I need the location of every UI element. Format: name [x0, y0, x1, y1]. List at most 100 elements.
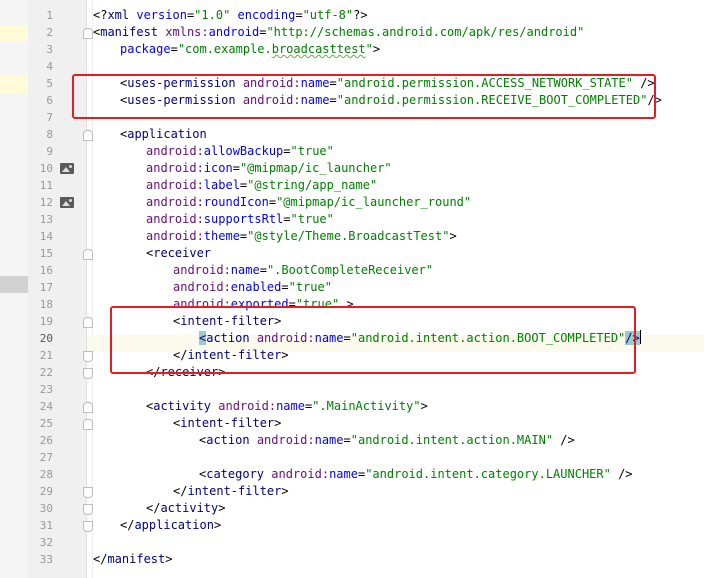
line-number: 20 — [39, 332, 53, 345]
strip-highlight — [0, 76, 28, 93]
code-token: "true" — [290, 212, 334, 226]
code-token: > — [274, 416, 282, 430]
code-token: "http://schemas.android.com/apk/res/andr… — [266, 25, 585, 39]
line-number: 31 — [39, 519, 53, 532]
line-number: 15 — [39, 247, 53, 260]
code-line[interactable]: android:roundIcon="@mipmap/ic_launcher_r… — [146, 194, 471, 211]
code-token: category — [206, 467, 272, 481]
code-line[interactable]: android:theme="@style/Theme.BroadcastTes… — [146, 228, 457, 245]
fold-collapse-icon[interactable] — [83, 487, 93, 498]
code-token: "true" — [290, 144, 334, 158]
code-token: application — [134, 518, 214, 532]
code-line[interactable]: android:enabled="true" — [173, 279, 332, 296]
code-line[interactable]: android:label="@string/app_name" — [146, 177, 377, 194]
line-number: 26 — [39, 434, 53, 447]
code-line[interactable]: </intent-filter> — [173, 483, 289, 500]
code-line[interactable]: <activity android:name=".MainActivity"> — [146, 398, 428, 415]
code-line[interactable]: android:supportsRtl="true" — [146, 211, 334, 228]
line-number: 21 — [39, 349, 53, 362]
code-token: " — [365, 42, 373, 56]
code-token: = — [281, 280, 289, 294]
code-token: encoding — [237, 8, 296, 22]
code-token: = — [232, 161, 240, 175]
code-token: android: — [271, 467, 330, 481]
highlight-box-permissions — [72, 74, 656, 119]
line-number: 3 — [46, 43, 53, 56]
line-number: 4 — [46, 60, 53, 73]
code-line[interactable]: android:name=".BootCompleteReceiver" — [173, 262, 433, 279]
code-token: /> — [610, 467, 633, 481]
code-token: icon — [203, 161, 233, 175]
code-token: xml — [107, 8, 137, 22]
code-token: "@mipmap/ic_launcher" — [239, 161, 392, 175]
code-line[interactable]: <category android:name="android.intent.c… — [199, 466, 633, 483]
code-token: name — [329, 467, 358, 481]
code-token: = — [283, 212, 291, 226]
code-line[interactable]: <manifest xmlns:android="http://schemas.… — [93, 24, 584, 41]
code-line[interactable]: android:allowBackup="true" — [146, 143, 334, 160]
code-token: = — [170, 42, 178, 56]
fold-expand-icon[interactable] — [83, 28, 93, 39]
line-number: 6 — [46, 94, 53, 107]
fold-expand-icon[interactable] — [83, 402, 93, 413]
code-token: roundIcon — [203, 195, 269, 209]
code-token: "@string/app_name" — [247, 178, 378, 192]
fold-expand-icon[interactable] — [83, 419, 93, 430]
code-line[interactable]: <intent-filter> — [173, 415, 281, 432]
code-token: receiver — [153, 246, 212, 260]
code-token: android — [208, 25, 260, 39]
code-token: ".BootCompleteReceiver" — [266, 263, 434, 277]
code-token: action — [206, 433, 257, 447]
image-preview-icon[interactable] — [60, 163, 74, 174]
code-token: </ — [146, 501, 161, 515]
code-token: application — [127, 127, 207, 141]
code-token: /> — [553, 433, 575, 447]
code-line[interactable]: android:icon="@mipmap/ic_launcher" — [146, 160, 392, 177]
code-token: android: — [173, 263, 231, 277]
line-number: 13 — [39, 213, 53, 226]
line-number: 11 — [39, 179, 53, 192]
code-token: > — [218, 501, 226, 515]
fold-collapse-icon[interactable] — [83, 368, 93, 379]
fold-expand-icon[interactable] — [83, 317, 93, 328]
line-number: 18 — [39, 298, 53, 311]
code-line[interactable]: </application> — [120, 517, 221, 534]
code-line[interactable]: <action android:name="android.intent.act… — [199, 432, 575, 449]
code-line[interactable]: <?xml version="1.0" encoding="utf-8"?> — [93, 7, 368, 24]
fold-collapse-icon[interactable] — [83, 521, 93, 532]
code-token: android: — [146, 212, 204, 226]
code-token: > — [165, 552, 173, 566]
code-token: name — [314, 433, 344, 447]
code-line[interactable]: </activity> — [146, 500, 225, 517]
line-number: 22 — [39, 366, 53, 379]
fold-expand-icon[interactable] — [83, 249, 93, 260]
code-line[interactable]: </manifest> — [93, 551, 172, 568]
code-token: name — [230, 263, 260, 277]
line-number: 8 — [46, 128, 53, 141]
code-token: > — [213, 518, 222, 532]
code-token: "true" — [288, 280, 332, 294]
code-token: "@mipmap/ic_launcher_round" — [276, 195, 472, 209]
code-token: manifest — [107, 552, 166, 566]
line-number: 1 — [46, 9, 53, 22]
code-line[interactable]: package="com.example.broadcasttest"> — [120, 41, 380, 58]
code-line[interactable]: <application — [120, 126, 207, 143]
code-token: intent-filter — [187, 484, 282, 498]
code-token: = — [295, 8, 303, 22]
code-token: xmlns: — [165, 25, 209, 39]
code-token: enabled — [230, 280, 282, 294]
fold-collapse-icon[interactable] — [83, 351, 93, 362]
code-token: "android.intent.action.MAIN" — [350, 433, 554, 447]
fold-expand-icon[interactable] — [83, 130, 93, 141]
spellcheck-token: broadcasttest — [271, 42, 366, 56]
line-number: 16 — [39, 264, 53, 277]
code-token: </ — [93, 552, 108, 566]
fold-collapse-icon[interactable] — [83, 504, 93, 515]
code-token: <? — [93, 8, 108, 22]
code-line[interactable]: <receiver — [146, 245, 211, 262]
image-preview-icon[interactable] — [60, 197, 74, 208]
code-token: = — [343, 433, 351, 447]
text-caret — [639, 330, 641, 344]
strip-selection — [0, 276, 28, 293]
